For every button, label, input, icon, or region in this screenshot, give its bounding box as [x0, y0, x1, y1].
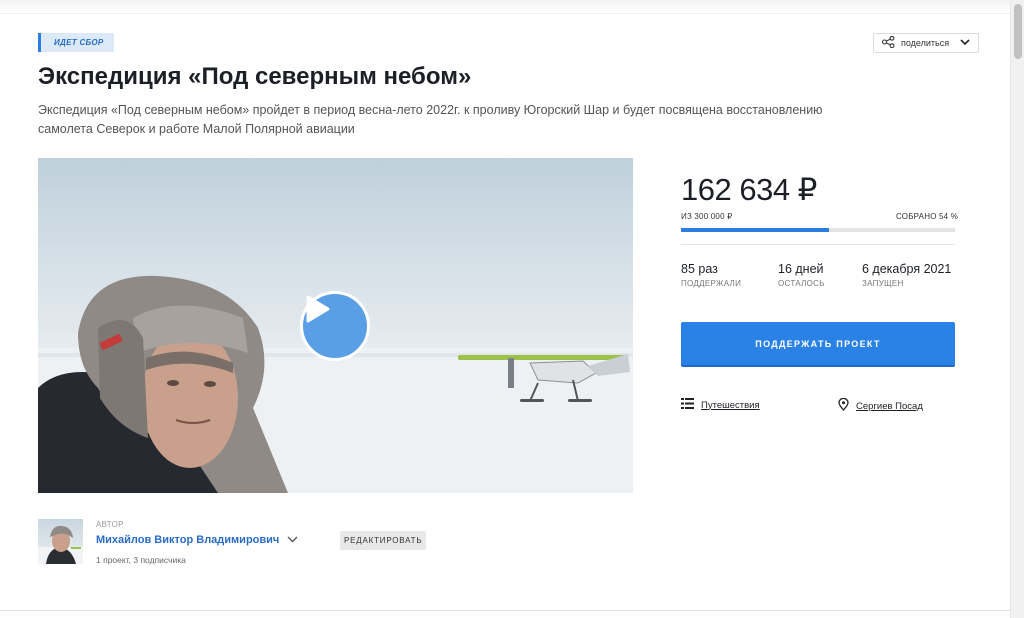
top-bar: [0, 0, 1010, 14]
author-meta: 1 проект, 3 подписчика: [96, 555, 186, 565]
stat-launched: 6 декабря 2021 ЗАПУЩЕН: [862, 262, 951, 288]
stat-label: ОСТАЛОСЬ: [778, 279, 825, 288]
goal-amount: ИЗ 300 000 ₽: [681, 212, 733, 221]
stat-value: 16 дней: [778, 262, 824, 276]
stat-value: 6 декабря 2021: [862, 262, 952, 276]
author-caption: АВТОР: [96, 520, 124, 529]
share-button[interactable]: поделиться: [873, 33, 979, 53]
stat-backers: 85 раз ПОДДЕРЖАЛИ: [681, 262, 741, 288]
scrollbar[interactable]: [1010, 0, 1024, 618]
divider: [681, 244, 955, 245]
stat-label: ЗАПУЩЕН: [862, 279, 904, 288]
divider: [0, 610, 1010, 611]
collected-percent: СОБРАНО 54 %: [896, 212, 959, 221]
author-name: Михайлов Виктор Владимирович: [96, 534, 280, 546]
scrollbar-thumb[interactable]: [1014, 4, 1022, 59]
location-label: Сергиев Посад: [856, 400, 923, 412]
stat-label: ПОДДЕРЖАЛИ: [681, 279, 742, 288]
support-project-button[interactable]: ПОДДЕРЖАТЬ ПРОЕКТ: [681, 322, 955, 367]
play-icon: [306, 295, 330, 323]
status-badge: ИДЕТ СБОР: [38, 33, 114, 52]
project-description: Экспедиция «Под северным небом» пройдет …: [38, 103, 823, 136]
chevron-down-icon[interactable]: [287, 534, 298, 546]
video-player[interactable]: [38, 158, 633, 493]
funding-progress-bar: [681, 228, 955, 232]
category-link[interactable]: Путешествия: [681, 398, 760, 412]
list-icon: [681, 398, 694, 412]
person-image: [38, 275, 288, 493]
location-pin-icon: [838, 397, 849, 414]
chevron-down-icon: [960, 38, 970, 48]
funding-progress-fill: [681, 228, 829, 232]
stat-value: 85 раз: [681, 262, 718, 276]
category-label: Путешествия: [701, 399, 760, 411]
location-link[interactable]: Сергиев Посад: [838, 397, 923, 414]
edit-button[interactable]: РЕДАКТИРОВАТЬ: [340, 531, 427, 550]
share-icon: [881, 35, 895, 50]
author-name-link[interactable]: Михайлов Виктор Владимирович: [96, 534, 298, 546]
avatar[interactable]: [38, 519, 83, 564]
share-label: поделиться: [901, 38, 950, 48]
play-button[interactable]: [300, 291, 370, 361]
stat-days-left: 16 дней ОСТАЛОСЬ: [778, 262, 825, 288]
page-title: Экспедиция «Под северным небом»: [38, 63, 472, 90]
raised-amount: 162 634 ₽: [681, 172, 817, 207]
